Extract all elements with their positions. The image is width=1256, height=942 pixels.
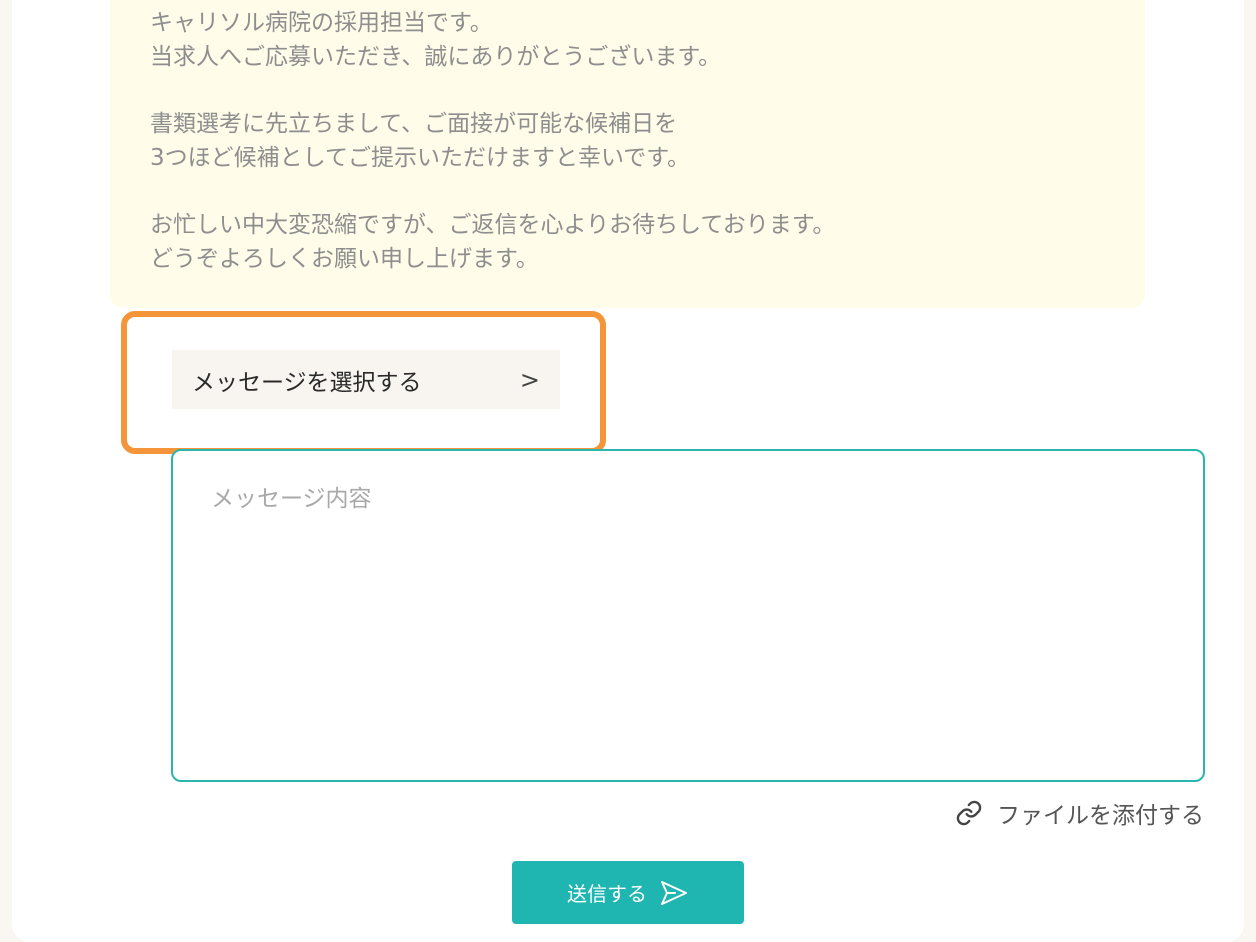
message-line: 書類選考に先立ちまして、ご面接が可能な候補日を bbox=[150, 111, 678, 137]
attach-file-link[interactable]: ファイルを添付する bbox=[955, 796, 1204, 830]
chevron-right-icon: > bbox=[519, 365, 540, 394]
select-message-label: メッセージを選択する bbox=[192, 369, 422, 396]
message-content-input[interactable] bbox=[171, 449, 1205, 782]
message-line: 当求人へご応募いただき、誠にありがとうございます。 bbox=[150, 44, 722, 70]
message-line: お忙しい中大変恐縮ですが、ご返信を心よりお待ちしております。 bbox=[150, 212, 836, 238]
send-button-label: 送信する bbox=[567, 882, 647, 906]
message-line: どうぞよろしくお願い申し上げます。 bbox=[150, 246, 539, 272]
message-line: 3つほど候補としてご提示いただけますと幸いです。 bbox=[150, 145, 690, 171]
send-icon bbox=[659, 879, 689, 907]
select-message-button[interactable]: メッセージを選択する > bbox=[172, 350, 560, 409]
link-icon bbox=[955, 799, 983, 827]
attach-file-label: ファイルを添付する bbox=[997, 803, 1204, 829]
send-button[interactable]: 送信する bbox=[512, 861, 744, 924]
message-line: キャリソル病院の採用担当です。 bbox=[150, 10, 493, 36]
received-message-bubble: キャリソル病院の採用担当です。 当求人へご応募いただき、誠にありがとうございます… bbox=[110, 0, 1145, 308]
